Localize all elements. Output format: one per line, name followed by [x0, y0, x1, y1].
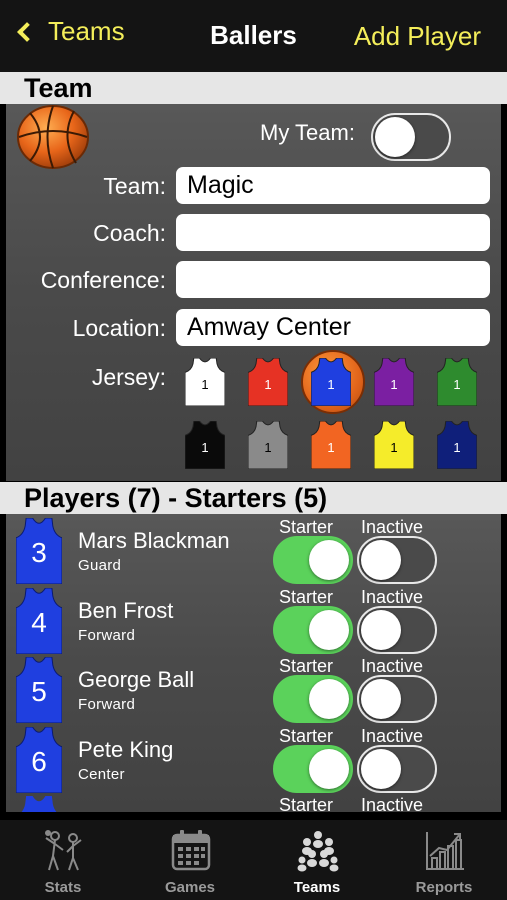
- tab-stats-label: Stats: [44, 879, 82, 896]
- back-button-label: Teams: [48, 16, 125, 46]
- jersey-option-6[interactable]: 1: [185, 421, 225, 469]
- player-position: Center: [78, 765, 125, 783]
- coach-field-label: Coach:: [93, 220, 166, 246]
- player-number: 3: [31, 537, 47, 568]
- jersey-number: 1: [201, 377, 208, 392]
- navigation-bar: Teams Ballers Add Player: [0, 0, 507, 72]
- player-number: 5: [31, 676, 47, 707]
- player-number: 4: [31, 607, 47, 638]
- starter-label: Starter: [279, 586, 334, 607]
- team-section-header: Team: [0, 72, 507, 104]
- player-position: Guard: [78, 557, 122, 574]
- inactive-label: Inactive: [361, 795, 424, 815]
- jersey-number: 1: [201, 440, 208, 455]
- inactive-label: Inactive: [361, 586, 424, 607]
- jersey-number: 1: [390, 440, 397, 455]
- add-player-button[interactable]: Add Player: [354, 21, 481, 52]
- coach-input[interactable]: [176, 214, 490, 251]
- toggle-knob: [375, 117, 415, 157]
- jersey-number: 1: [264, 377, 271, 392]
- toggle-knob: [309, 679, 349, 719]
- toggle-knob: [361, 748, 401, 789]
- toggle-knob: [309, 748, 349, 789]
- player-jersey-icon: 3: [16, 518, 62, 584]
- jersey-number: 1: [453, 440, 460, 455]
- inactive-label: Inactive: [361, 725, 424, 746]
- starter-toggle[interactable]: [273, 744, 353, 793]
- conference-input[interactable]: [176, 261, 490, 298]
- players-section-header: Players (7) - Starters (5): [0, 482, 507, 514]
- team-name-input[interactable]: Magic: [176, 167, 490, 204]
- jersey-number: 1: [264, 440, 271, 455]
- tab-reports-label: Reports: [415, 879, 473, 896]
- inactive-toggle[interactable]: [357, 605, 437, 654]
- toggle-knob: [361, 540, 401, 580]
- chevron-left-icon: [17, 21, 37, 42]
- jersey-number: 1: [327, 377, 334, 392]
- player-jersey-icon: 6: [16, 726, 62, 793]
- starter-label: Starter: [279, 656, 334, 676]
- inactive-label: Inactive: [361, 656, 424, 676]
- back-button[interactable]: Teams: [12, 16, 125, 47]
- basketball-logo-icon: [17, 105, 89, 169]
- location-field-label: Location:: [72, 315, 166, 341]
- jersey-option-5[interactable]: 1: [437, 358, 477, 406]
- inactive-toggle[interactable]: [357, 536, 437, 584]
- starter-toggle[interactable]: [273, 675, 353, 723]
- inactive-toggle[interactable]: [357, 744, 437, 793]
- players-icon: [45, 830, 82, 871]
- jersey-number: 1: [327, 440, 334, 455]
- tab-games-label: Games: [164, 879, 216, 896]
- my-team-toggle[interactable]: [371, 113, 451, 161]
- tab-games[interactable]: Games: [127, 820, 253, 900]
- player-name[interactable]: Pete King: [78, 737, 173, 763]
- tab-bar: Stats Games Teams Reports: [0, 820, 507, 900]
- toggle-knob: [309, 609, 349, 650]
- player-number: 6: [31, 746, 47, 777]
- player-jersey-icon: 4: [16, 587, 62, 654]
- player-position: Forward: [78, 626, 136, 644]
- toggle-knob: [361, 609, 401, 650]
- jersey-number: 1: [390, 377, 397, 392]
- toggle-knob: [361, 679, 401, 719]
- jersey-option-8[interactable]: 1: [311, 421, 351, 469]
- player-name[interactable]: George Ball: [78, 667, 194, 693]
- jersey-option-9[interactable]: 1: [374, 421, 414, 469]
- starter-label: Starter: [279, 517, 334, 537]
- group-icon: [297, 831, 339, 872]
- jersey-number: 1: [453, 377, 460, 392]
- starter-toggle[interactable]: [273, 536, 353, 584]
- player-name[interactable]: Mars Blackman: [78, 528, 230, 554]
- team-field-label: Team:: [103, 173, 166, 199]
- my-team-label: My Team:: [260, 120, 355, 145]
- player-jersey-icon: 5: [16, 657, 62, 723]
- starter-label: Starter: [279, 725, 334, 746]
- tab-teams[interactable]: Teams: [254, 820, 380, 900]
- jersey-option-1[interactable]: 1: [185, 358, 225, 406]
- toggle-knob: [309, 540, 349, 580]
- inactive-label: Inactive: [361, 517, 424, 537]
- location-input[interactable]: Amway Center: [176, 309, 490, 346]
- bar-chart-icon: [426, 832, 464, 870]
- tab-stats[interactable]: Stats: [0, 820, 126, 900]
- player-name[interactable]: Ben Frost: [78, 598, 173, 624]
- jersey-label: Jersey:: [91, 364, 166, 390]
- jersey-option-2[interactable]: 1: [248, 358, 288, 406]
- starter-toggle[interactable]: [273, 605, 353, 654]
- tab-teams-label: Teams: [293, 879, 341, 896]
- jersey-option-3[interactable]: 1: [311, 358, 351, 406]
- conference-field-label: Conference:: [40, 267, 166, 293]
- starter-label: Starter: [279, 795, 334, 815]
- jersey-option-4[interactable]: 1: [374, 358, 414, 406]
- inactive-toggle[interactable]: [357, 675, 437, 723]
- player-jersey-icon: [21, 796, 57, 812]
- tab-reports[interactable]: Reports: [381, 820, 507, 900]
- jersey-option-10[interactable]: 1: [437, 421, 477, 469]
- player-position: Forward: [78, 696, 136, 713]
- jersey-option-7[interactable]: 1: [248, 421, 288, 469]
- calendar-icon: [171, 830, 211, 871]
